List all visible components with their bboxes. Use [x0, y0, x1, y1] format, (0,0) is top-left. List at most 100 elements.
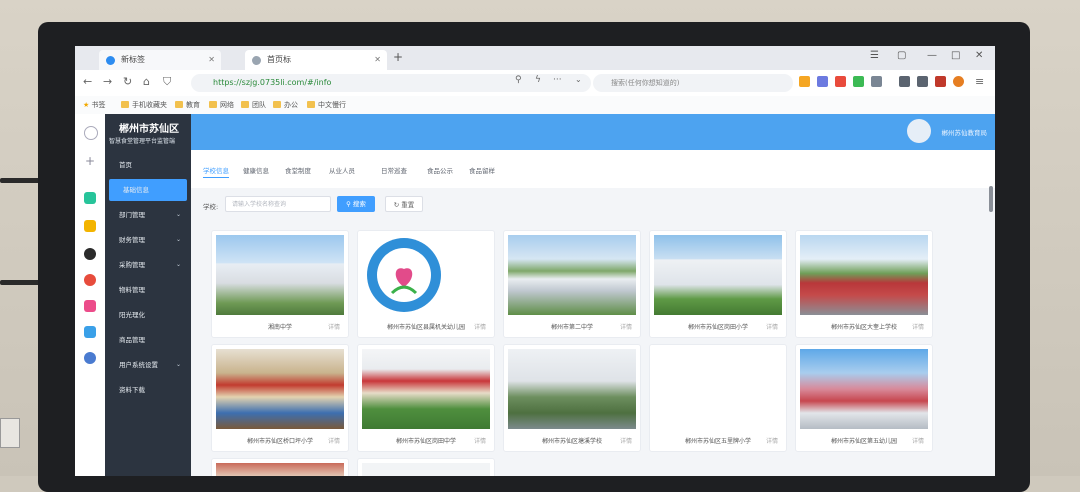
user-name[interactable]: 郴州苏仙教育局 [942, 127, 988, 137]
wall-socket [0, 418, 20, 448]
close-tab-icon[interactable]: ✕ [208, 50, 215, 70]
detail-link[interactable]: 详情 [474, 436, 486, 445]
menu-item-basic-info[interactable]: 基础信息 [109, 179, 187, 201]
detail-link[interactable]: 详情 [474, 322, 486, 331]
url-field[interactable]: https://szjg.0735li.com/#/info [191, 74, 591, 92]
school-card[interactable]: 郴州市苏仙区塘溪学校 详情 [503, 344, 641, 452]
detail-link[interactable]: 详情 [620, 322, 632, 331]
tab-staff[interactable]: 从业人员 [329, 165, 355, 175]
bookmark-item[interactable]: 办公 [273, 100, 298, 110]
browser-side-rail: + [75, 114, 106, 476]
undo-icon[interactable] [917, 76, 928, 87]
rail-app-icon[interactable] [84, 192, 96, 204]
filter-bar: 学校: 请输入学校名称查询 ⚲ 搜索 ↻ 重置 [191, 188, 995, 220]
rail-app-icon[interactable] [84, 274, 96, 286]
bookmark-item[interactable]: 中文慢行 [307, 100, 346, 110]
rail-add-icon[interactable]: + [85, 154, 95, 168]
school-card[interactable]: 郴州市苏仙区五里牌小学 详情 [649, 344, 787, 452]
lightning-icon[interactable]: ϟ [535, 75, 541, 85]
school-photo [362, 235, 490, 315]
tab-favicon-icon [252, 56, 261, 65]
rail-app-icon[interactable] [84, 352, 96, 364]
rail-app-icon[interactable] [84, 326, 96, 338]
browser-tab-active[interactable]: 首页标 ✕ [245, 50, 387, 70]
school-card[interactable]: 郴州市第二中学 详情 [503, 230, 641, 338]
tab-health-info[interactable]: 健康信息 [243, 165, 269, 175]
school-card[interactable] [357, 458, 495, 476]
rail-app-icon[interactable] [84, 300, 96, 312]
school-card[interactable]: 郴州市苏仙区第五幼儿园 详情 [795, 344, 933, 452]
school-card[interactable]: 郴州市苏仙区大奎上学校 详情 [795, 230, 933, 338]
toolbox-icon[interactable] [935, 76, 946, 87]
close-window-icon[interactable]: ✕ [975, 50, 983, 61]
detail-link[interactable]: 详情 [328, 436, 340, 445]
maximize-icon[interactable]: □ [951, 50, 960, 61]
detail-link[interactable]: 详情 [766, 322, 778, 331]
shield-icon[interactable]: ⛉ [163, 75, 171, 89]
download-icon[interactable] [899, 76, 910, 87]
tab-food-publicity[interactable]: 食品公示 [427, 165, 453, 175]
settings-menu-icon[interactable]: ≡ [975, 75, 984, 88]
menu-item-materials[interactable]: 物料管理 [105, 279, 191, 301]
school-card[interactable]: 郴州市苏仙区岗田中学 详情 [357, 344, 495, 452]
bookmark-item[interactable]: 手机收藏夹 [121, 100, 167, 110]
browser-tab[interactable]: 新标签 ✕ [99, 50, 221, 70]
bookmark-item[interactable]: 教育 [175, 100, 200, 110]
search-field[interactable]: 搜索(任何你想知道的) [593, 74, 793, 92]
more-icon[interactable]: ··· [553, 75, 562, 85]
detail-link[interactable]: 详情 [620, 436, 632, 445]
tab-school-info[interactable]: 学校信息 [203, 165, 229, 178]
school-photo [800, 235, 928, 315]
rail-home-icon[interactable] [84, 126, 98, 140]
forward-icon[interactable]: → [103, 75, 112, 88]
new-tab-icon[interactable]: + [393, 50, 403, 64]
extension-icon[interactable] [853, 76, 864, 87]
minimize-icon[interactable]: — [927, 50, 937, 61]
home-icon[interactable]: ⌂ [143, 75, 150, 88]
profile-icon[interactable] [953, 76, 964, 87]
menu-item-sunshine[interactable]: 阳光理化 [105, 304, 191, 326]
menu-item-purchase[interactable]: 采购管理 ⌄ [105, 254, 191, 276]
detail-link[interactable]: 详情 [328, 322, 340, 331]
reload-icon[interactable]: ↻ [123, 75, 132, 88]
menu-item-home[interactable]: 首页 [105, 154, 191, 176]
school-photo [216, 463, 344, 476]
app-header: 郴州苏仙教育局 [191, 114, 995, 150]
shirt-icon[interactable]: ▢ [897, 50, 906, 61]
school-card[interactable]: 郴州市苏仙区岗田小学 详情 [649, 230, 787, 338]
school-card[interactable]: 湘南中学 详情 [211, 230, 349, 338]
rail-app-icon[interactable] [84, 220, 96, 232]
bookmark-item[interactable]: 网络 [209, 100, 234, 110]
extension-icon[interactable] [835, 76, 846, 87]
puzzle-icon[interactable] [871, 76, 882, 87]
detail-link[interactable]: 详情 [912, 436, 924, 445]
menu-item-finance[interactable]: 财务管理 ⌄ [105, 229, 191, 251]
tab-canteen-rules[interactable]: 食堂制度 [285, 165, 311, 175]
rail-app-icon[interactable] [84, 248, 96, 260]
school-card[interactable]: 郴州市苏仙区桥口坪小学 详情 [211, 344, 349, 452]
menu-item-user-settings[interactable]: 用户系统设置 ⌄ [105, 354, 191, 376]
menu-item-departments[interactable]: 部门管理 ⌄ [105, 204, 191, 226]
tab-food-samples[interactable]: 食品留样 [469, 165, 495, 175]
page-scrollbar[interactable] [989, 186, 993, 212]
zoom-icon[interactable]: ⚲ [515, 75, 522, 85]
detail-link[interactable]: 详情 [912, 322, 924, 331]
school-search-input[interactable]: 请输入学校名称查询 [225, 196, 331, 212]
menu-icon[interactable]: ☰ [870, 50, 879, 61]
bookmark-item[interactable]: ★ 书签 [83, 100, 106, 110]
tab-inspection[interactable]: 日常巡查 [381, 165, 407, 175]
detail-link[interactable]: 详情 [766, 436, 778, 445]
extension-icon[interactable] [817, 76, 828, 87]
search-button[interactable]: ⚲ 搜索 [337, 196, 375, 212]
menu-item-downloads[interactable]: 资料下载 [105, 379, 191, 401]
bookmark-item[interactable]: 团队 [241, 100, 266, 110]
back-icon[interactable]: ← [83, 75, 92, 88]
school-card[interactable]: 郴州市苏仙区县属机关幼儿园 详情 [357, 230, 495, 338]
menu-item-goods[interactable]: 商品管理 [105, 329, 191, 351]
school-card[interactable] [211, 458, 349, 476]
reset-button[interactable]: ↻ 重置 [385, 196, 423, 212]
dropdown-icon[interactable]: ⌄ [575, 75, 582, 84]
close-tab-icon[interactable]: ✕ [374, 50, 381, 70]
extension-icon[interactable] [799, 76, 810, 87]
avatar[interactable] [907, 119, 931, 143]
